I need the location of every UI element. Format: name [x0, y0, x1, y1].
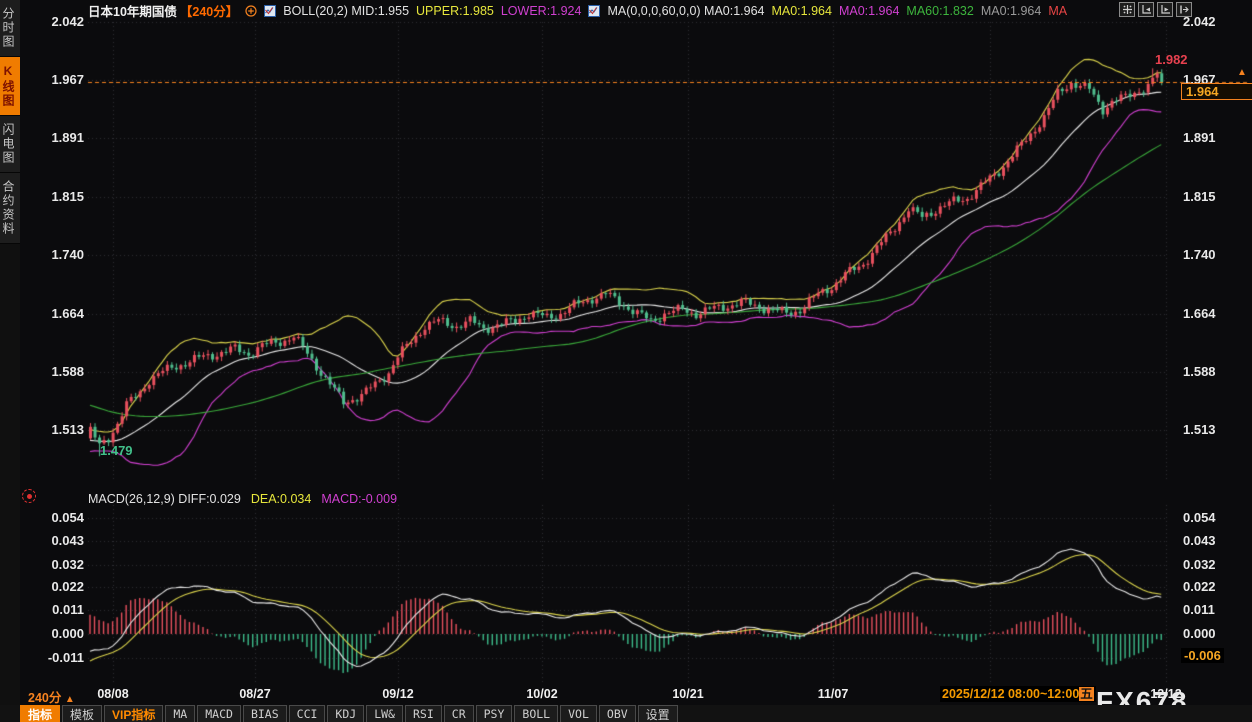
main-axis-tick-right-6: 1.588 — [1183, 364, 1216, 379]
main-axis-tick-right-2: 1.891 — [1183, 130, 1216, 145]
left-sidebar: 分时图K线图闪电图合约资料 — [0, 0, 20, 722]
ma-indicator-icon[interactable] — [588, 5, 600, 17]
ma0-gray-value: MA0:1.964 — [981, 4, 1041, 18]
live-indicator-icon[interactable] — [22, 489, 36, 503]
datetime-range-box: 2025/12/12 08:00~12:00五 — [940, 686, 1096, 702]
macd-dea-value: DEA:0.034 — [251, 492, 311, 506]
macd-axis-tick-right-1: 0.043 — [1183, 533, 1216, 548]
boll-upper-value: UPPER:1.985 — [416, 4, 494, 18]
main-axis-tick-right-4: 1.740 — [1183, 247, 1216, 262]
toolbar-item-VOL[interactable]: VOL — [560, 705, 597, 722]
toolbar-item-KDJ[interactable]: KDJ — [327, 705, 364, 722]
main-axis-tick-right-3: 1.815 — [1183, 189, 1216, 204]
toolbar-item-BOLL[interactable]: BOLL — [514, 705, 558, 722]
macd-last-value-box: -0.006 — [1181, 648, 1224, 663]
toolbar-item-CCI[interactable]: CCI — [289, 705, 326, 722]
crosshair-move-icon[interactable] — [1119, 2, 1135, 17]
toolbar-item-VIP指标[interactable]: VIP指标 — [104, 705, 163, 722]
x-axis-label-08/27: 08/27 — [239, 687, 270, 701]
zoom-out-axis-icon[interactable] — [1138, 2, 1154, 17]
macd-axis-tick-right-5: 0.000 — [1183, 626, 1216, 641]
ma0-magenta-value: MA0:1.964 — [839, 4, 899, 18]
ma0-yellow-value: MA0:1.964 — [771, 4, 831, 18]
high-price-label: 1.982 — [1155, 52, 1188, 67]
sidebar-tab-0[interactable]: 分时图 — [0, 0, 20, 57]
toolbar-item-CR[interactable]: CR — [444, 705, 474, 722]
x-axis-label-08/08: 08/08 — [97, 687, 128, 701]
boll-values: BOLL(20,2) MID:1.955 — [283, 4, 409, 18]
chart-window: 分时图K线图闪电图合约资料 日本10年期国债 【240分】 BOLL(20,2)… — [0, 0, 1252, 722]
main-axis-tick-right-7: 1.513 — [1183, 422, 1216, 437]
ma-red-label: MA — [1048, 4, 1067, 18]
boll-indicator-icon[interactable] — [264, 5, 276, 17]
boll-lower-value: LOWER:1.924 — [501, 4, 582, 18]
toolbar-item-PSY[interactable]: PSY — [476, 705, 513, 722]
toolbar-item-指标[interactable]: 指标 — [20, 705, 60, 722]
x-axis-label-10/21: 10/21 — [672, 687, 703, 701]
expand-panel-icon[interactable] — [1176, 2, 1192, 17]
last-price-box: 1.964 — [1181, 83, 1252, 100]
x-axis-label-11/07: 11/07 — [818, 687, 849, 701]
current-period-label[interactable]: 240分 ▲ — [28, 687, 75, 706]
x-axis-label-10/02: 10/02 — [526, 687, 557, 701]
toolbar-item-BIAS[interactable]: BIAS — [243, 705, 287, 722]
sidebar-tab-3[interactable]: 合约资料 — [0, 173, 20, 244]
weekday-badge: 五 — [1079, 687, 1094, 701]
toolbar-item-设置[interactable]: 设置 — [638, 705, 678, 722]
macd-axis-tick-right-4: 0.011 — [1183, 602, 1215, 617]
toolbar-item-RSI[interactable]: RSI — [405, 705, 442, 722]
toolbar-item-LW&[interactable]: LW& — [366, 705, 403, 722]
main-axis-tick-right-5: 1.664 — [1183, 306, 1216, 321]
macd-axis-tick-right-3: 0.022 — [1183, 579, 1216, 594]
sidebar-tab-2[interactable]: 闪电图 — [0, 116, 20, 173]
ma60-value: MA60:1.832 — [906, 4, 973, 18]
chart-toolbox — [1119, 2, 1192, 17]
add-indicator-icon[interactable] — [245, 5, 257, 17]
toolbar-item-OBV[interactable]: OBV — [599, 705, 636, 722]
macd-params: MACD(26,12,9) DIFF:0.029 — [88, 492, 241, 506]
ma-values: MA(0,0,0,60,0,0) MA0:1.964 — [607, 4, 764, 18]
price-up-arrow-icon: ▲ — [1237, 67, 1247, 78]
toolbar-item-MACD[interactable]: MACD — [197, 705, 241, 722]
toolbar-item-模板[interactable]: 模板 — [62, 705, 102, 722]
macd-axis-tick-right-0: 0.054 — [1183, 510, 1216, 525]
period-badge[interactable]: 【240分】 — [180, 1, 238, 20]
macd-axis-tick-right-2: 0.032 — [1183, 557, 1216, 572]
macd-header: MACD(26,12,9) DIFF:0.029 DEA:0.034 MACD:… — [88, 492, 397, 506]
low-price-label: 1.479 — [100, 443, 133, 458]
toolbar-item-MA[interactable]: MA — [165, 705, 195, 722]
bottom-toolbar: 指标模板VIP指标MAMACDBIASCCIKDJLW&RSICRPSYBOLL… — [0, 705, 1252, 722]
sidebar-tab-1[interactable]: K线图 — [0, 57, 20, 116]
zoom-in-axis-icon[interactable] — [1157, 2, 1173, 17]
symbol-title: 日本10年期国债 — [88, 1, 177, 20]
chart-header: 日本10年期国债 【240分】 BOLL(20,2) MID:1.955 UPP… — [88, 2, 1067, 19]
x-axis-label-09/12: 09/12 — [382, 687, 413, 701]
macd-value: MACD:-0.009 — [321, 492, 397, 506]
candlestick-chart-canvas[interactable] — [0, 0, 1252, 722]
